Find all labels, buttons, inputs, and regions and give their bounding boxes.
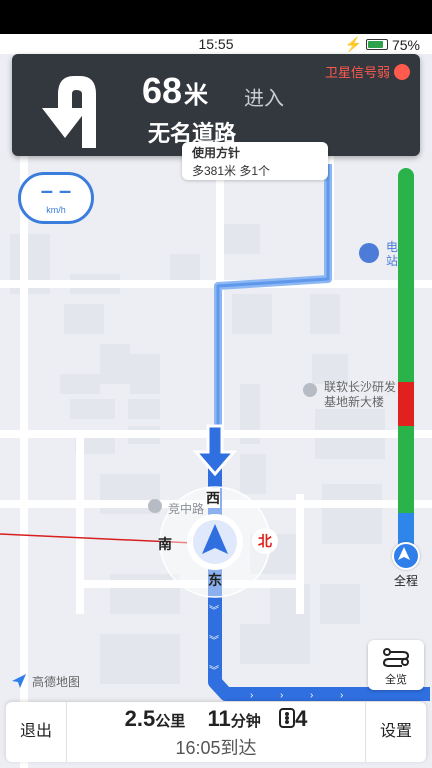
exit-button[interactable]: 退出 [6,702,67,762]
turn-action: 进入 [244,88,284,110]
map-label-compass-south: 南 [158,536,172,552]
map-label-poi2-line2: 基地新大楼 [324,395,385,409]
traffic-light-count: 4 [295,706,308,731]
turn-distance-unit: 米 [184,82,209,109]
route-tip-detail: 多381米 多1个 [192,164,271,178]
amap-logo-text: 高德地图 [32,674,81,689]
svg-text:︾: ︾ [209,605,219,617]
battery-percent: 75% [391,36,420,53]
overview-button[interactable]: 全览 [368,640,424,690]
svg-text:︾: ︾ [209,635,219,647]
trip-summary: 2.5公里 11分钟 4 16:05到达 [68,706,364,760]
speedometer: – – km/h [18,172,94,224]
map-label-poi1: 竞中路 [168,502,205,516]
gps-warning: 卫星信号弱 [325,62,410,81]
settings-button[interactable]: 设置 [365,702,426,762]
remaining-distance: 2.5 [124,706,156,731]
gps-warning-text: 卫星信号弱 [324,65,390,80]
amap-logo-icon [12,674,26,688]
speed-value: – – [40,178,72,203]
satellite-icon [394,63,410,80]
route-tip-title: 使用方针 [192,146,241,160]
svg-text:›: › [280,690,283,701]
svg-text:›: › [310,690,313,701]
map-label-compass-east: 东 [208,572,222,588]
trip-remaining: 2.5公里 11分钟 4 [68,706,364,732]
map-label-compass-north: 北 [252,528,278,554]
remaining-minutes: 11 [207,706,231,731]
u-turn-left-icon [42,76,96,148]
traffic-light-icon [279,708,296,728]
svg-text:›: › [340,690,343,701]
speed-unit: km/h [46,205,66,215]
map-label-compass-west: 西 [206,488,220,508]
map-label-poi2-line1: 联软长沙研发 [324,380,397,394]
battery-status: ⚡ 75% [345,36,420,53]
map-label-poi2: 联软长沙研发 基地新大楼 [324,380,396,410]
battery-icon [365,39,388,50]
charging-icon: ⚡ [344,36,362,52]
full-route-label: 全程 [393,574,418,588]
guidance-panel[interactable]: 68米 进入 无名道路 卫星信号弱 [12,54,420,156]
traffic-progress-bar[interactable] [398,168,414,556]
remaining-minutes-unit: 分钟 [230,713,261,730]
svg-text:︾: ︾ [209,665,219,677]
route-tip-card[interactable]: 使用方针 多381米 多1个 [182,142,328,180]
amap-logo: 高德地图 [10,672,80,690]
route-overview-icon [382,648,410,667]
navigation-arrow-icon [392,542,420,570]
overview-label: 全览 [385,674,407,686]
traffic-segment-red [398,382,414,426]
arrival-time: 16:05到达 [175,738,257,758]
status-bar: 15:55 ⚡ 75% [0,0,432,54]
turn-distance: 68米 [142,70,208,112]
full-route-button[interactable]: 全程 [388,542,424,589]
svg-text:›: › [250,690,253,701]
remaining-distance-unit: 公里 [155,713,186,730]
bottom-bar: 退出 2.5公里 11分钟 4 16:05到达 设置 [6,702,426,762]
turn-distance-value: 68 [142,70,183,111]
